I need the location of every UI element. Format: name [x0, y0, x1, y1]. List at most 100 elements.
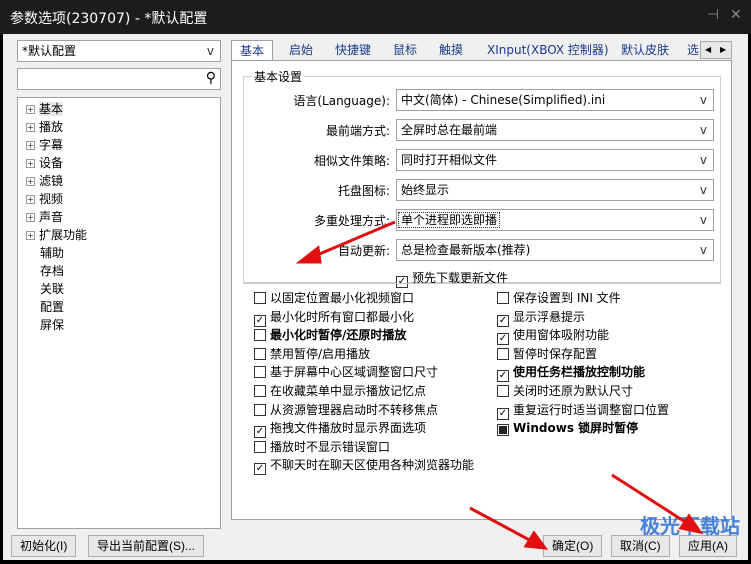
tree-item[interactable]: + 播放 — [26, 118, 63, 136]
profile-dropdown[interactable]: *默认配置 v — [17, 40, 221, 62]
tree-item-label: 配置 — [40, 300, 65, 314]
tree-item[interactable]: 存档 — [40, 262, 64, 280]
tab-item[interactable]: 鼠标 — [385, 40, 425, 62]
option-checkbox[interactable]: 播放时不显示错误窗口 — [254, 438, 390, 456]
tree-item-label: 设备 — [39, 156, 64, 170]
expand-icon[interactable]: + — [26, 177, 35, 186]
checkbox-icon[interactable] — [254, 329, 266, 342]
checkbox-label: 暂停时保存配置 — [513, 346, 598, 361]
checkbox-icon[interactable]: ✓ — [497, 314, 509, 327]
tab-item[interactable]: 默认皮肤 — [613, 40, 677, 62]
tree-item[interactable]: 关联 — [40, 280, 64, 298]
checkbox-icon[interactable]: ✓ — [254, 314, 266, 327]
checkbox-label: 基于屏幕中心区域调整窗口尺寸 — [270, 365, 439, 380]
arrow-left-icon[interactable]: ◀ — [705, 42, 711, 58]
checkbox-label: 使用窗体吸附功能 — [513, 328, 610, 343]
setting-label: 相似文件策略: — [313, 154, 390, 168]
checkbox-icon[interactable] — [497, 347, 509, 360]
option-checkbox[interactable]: 暂停时保存配置 — [497, 345, 597, 363]
expand-icon[interactable]: + — [26, 141, 35, 150]
checkbox-icon[interactable] — [497, 292, 509, 304]
option-checkbox[interactable]: 禁用暂停/启用播放 — [254, 345, 370, 363]
option-checkbox[interactable]: ✓ 最小化时所有窗口都最小化 — [254, 308, 414, 327]
checkbox-icon[interactable]: ✓ — [497, 407, 509, 420]
search-input[interactable]: ⚲ — [17, 68, 221, 90]
checkbox-icon[interactable] — [254, 440, 266, 453]
tree-item-label: 扩展功能 — [39, 228, 88, 242]
category-tree[interactable]: + 基本 + 播放 + 字幕 + 设备 + 滤镜 + 视频 + 声音 + 扩展功能 辅助 存档 关联 配置 屏保 — [17, 97, 221, 529]
checkbox-icon[interactable]: ✓ — [497, 370, 509, 383]
option-checkbox[interactable]: ✓ 不聊天时在聊天区使用各种浏览器功能 — [254, 456, 474, 476]
checkbox-icon[interactable] — [254, 292, 266, 304]
setting-dropdown[interactable]: 全屏时总在最前端 v — [396, 119, 714, 141]
checkbox-label: 从资源管理器启动时不转移焦点 — [270, 402, 439, 417]
expand-icon[interactable]: + — [26, 105, 35, 114]
option-checkbox[interactable]: Windows 锁屏时暂停 — [497, 419, 638, 437]
setting-dropdown[interactable]: 同时打开相似文件 v — [396, 149, 714, 171]
checkbox-icon[interactable] — [254, 366, 266, 379]
checkbox-icon[interactable]: ✓ — [254, 426, 266, 439]
tree-item[interactable]: 配置 — [40, 298, 64, 316]
checkbox-icon[interactable] — [254, 385, 266, 397]
tree-item[interactable]: + 扩展功能 — [26, 226, 87, 244]
option-checkbox[interactable]: 从资源管理器启动时不转移焦点 — [254, 401, 438, 419]
predownload-checkbox[interactable]: ✓ 预先下载更新文件 — [396, 269, 508, 288]
tree-item-label: 滤镜 — [39, 174, 64, 188]
tree-item-label: 声音 — [39, 210, 64, 224]
pin-icon[interactable]: ⊣ — [707, 7, 719, 23]
tab-scroll[interactable]: ◀ ▶ — [700, 41, 732, 59]
checkbox-icon[interactable] — [497, 385, 509, 397]
ok-button[interactable]: 确定(O) — [543, 535, 603, 557]
checkbox-icon[interactable] — [497, 424, 509, 437]
option-checkbox[interactable]: 关闭时还原为默认尺寸 — [497, 382, 633, 400]
checkbox-icon[interactable] — [254, 403, 266, 416]
tree-item-label: 播放 — [39, 120, 64, 134]
group-title: 基本设置 — [252, 68, 305, 85]
tab-item[interactable]: 触摸 — [431, 40, 471, 62]
tree-item[interactable]: + 基本 — [26, 100, 64, 118]
setting-dropdown[interactable]: 中文(简体) - Chinese(Simplified).ini v — [396, 89, 714, 111]
expand-icon[interactable]: + — [26, 231, 35, 240]
option-checkbox[interactable]: 保存设置到 INI 文件 — [497, 289, 621, 307]
option-checkbox[interactable]: ✓ 使用窗体吸附功能 — [497, 326, 610, 346]
option-checkbox[interactable]: 最小化时暂停/还原时播放 — [254, 326, 406, 344]
tree-item[interactable]: + 声音 — [26, 208, 63, 226]
option-checkbox[interactable]: ✓ 重复运行时适当调整窗口位置 — [497, 401, 669, 420]
checkbox-label: 使用任务栏播放控制功能 — [513, 365, 646, 380]
expand-icon[interactable]: + — [26, 195, 35, 204]
tab-item[interactable]: 快捷键 — [327, 40, 379, 62]
setting-dropdown[interactable]: 总是检查最新版本(推荐) v — [396, 239, 714, 261]
tree-item[interactable]: 辅助 — [40, 244, 64, 262]
tab-item[interactable]: XInput(XBOX 控制器) — [479, 40, 617, 62]
tab-item[interactable]: 启始 — [281, 40, 321, 62]
expand-icon[interactable]: + — [26, 159, 35, 168]
option-checkbox[interactable]: ✓ 显示浮悬提示 — [497, 308, 585, 327]
expand-icon[interactable]: + — [26, 213, 35, 222]
tree-item[interactable]: + 字幕 — [26, 136, 63, 154]
option-checkbox[interactable]: 在收藏菜单中显示播放记忆点 — [254, 382, 426, 400]
tree-item[interactable]: + 视频 — [26, 190, 63, 208]
option-checkbox[interactable]: 以固定位置最小化视频窗口 — [254, 289, 414, 307]
setting-dropdown[interactable]: 始终显示 v — [396, 179, 714, 201]
checkbox-icon[interactable]: ✓ — [254, 463, 266, 476]
search-icon[interactable]: ⚲ — [206, 68, 216, 88]
option-checkbox[interactable]: 基于屏幕中心区域调整窗口尺寸 — [254, 363, 438, 381]
checkbox-icon[interactable]: ✓ — [497, 333, 509, 346]
tree-item[interactable]: 屏保 — [40, 316, 64, 334]
init-button[interactable]: 初始化(I) — [11, 535, 77, 557]
checkbox-label: 禁用暂停/启用播放 — [270, 346, 371, 361]
expand-icon[interactable]: + — [26, 123, 35, 132]
tree-item[interactable]: + 设备 — [26, 154, 63, 172]
option-checkbox[interactable]: ✓ 使用任务栏播放控制功能 — [497, 363, 646, 383]
setting-dropdown[interactable]: 单个进程即选即播 v — [396, 209, 714, 231]
option-checkbox[interactable]: ✓ 拖拽文件播放时显示界面选项 — [254, 419, 426, 439]
arrow-right-icon[interactable]: ▶ — [720, 42, 726, 58]
tree-item[interactable]: + 滤镜 — [26, 172, 63, 190]
checkbox-label: 保存设置到 INI 文件 — [513, 291, 621, 305]
checkbox-icon[interactable]: ✓ — [396, 276, 408, 288]
export-config-button[interactable]: 导出当前配置(S)... — [88, 535, 204, 557]
close-icon[interactable]: ✕ — [730, 7, 742, 23]
checkbox-icon[interactable] — [254, 347, 266, 360]
chevron-down-icon: v — [699, 93, 707, 107]
checkbox-label: 播放时不显示错误窗口 — [270, 439, 391, 454]
